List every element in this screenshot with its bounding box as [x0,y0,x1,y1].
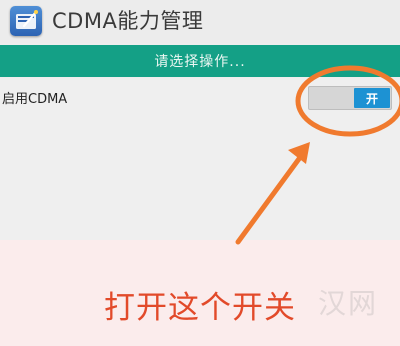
app-settings-icon [10,6,42,36]
toggle-on-indicator: 开 [354,88,390,108]
app-titlebar: CDMA能力管理 [0,0,400,43]
app-title: CDMA能力管理 [52,9,204,33]
enable-cdma-toggle[interactable]: 开 [308,86,392,110]
operation-prompt: 请选择操作... [154,54,246,70]
instruction-caption: 打开这个开关 [104,290,296,326]
content-area [0,118,400,240]
setting-label-enable-cdma: 启用CDMA [2,92,68,107]
operation-header: 请选择操作... [0,45,400,77]
watermark: 汉网 [318,287,379,320]
